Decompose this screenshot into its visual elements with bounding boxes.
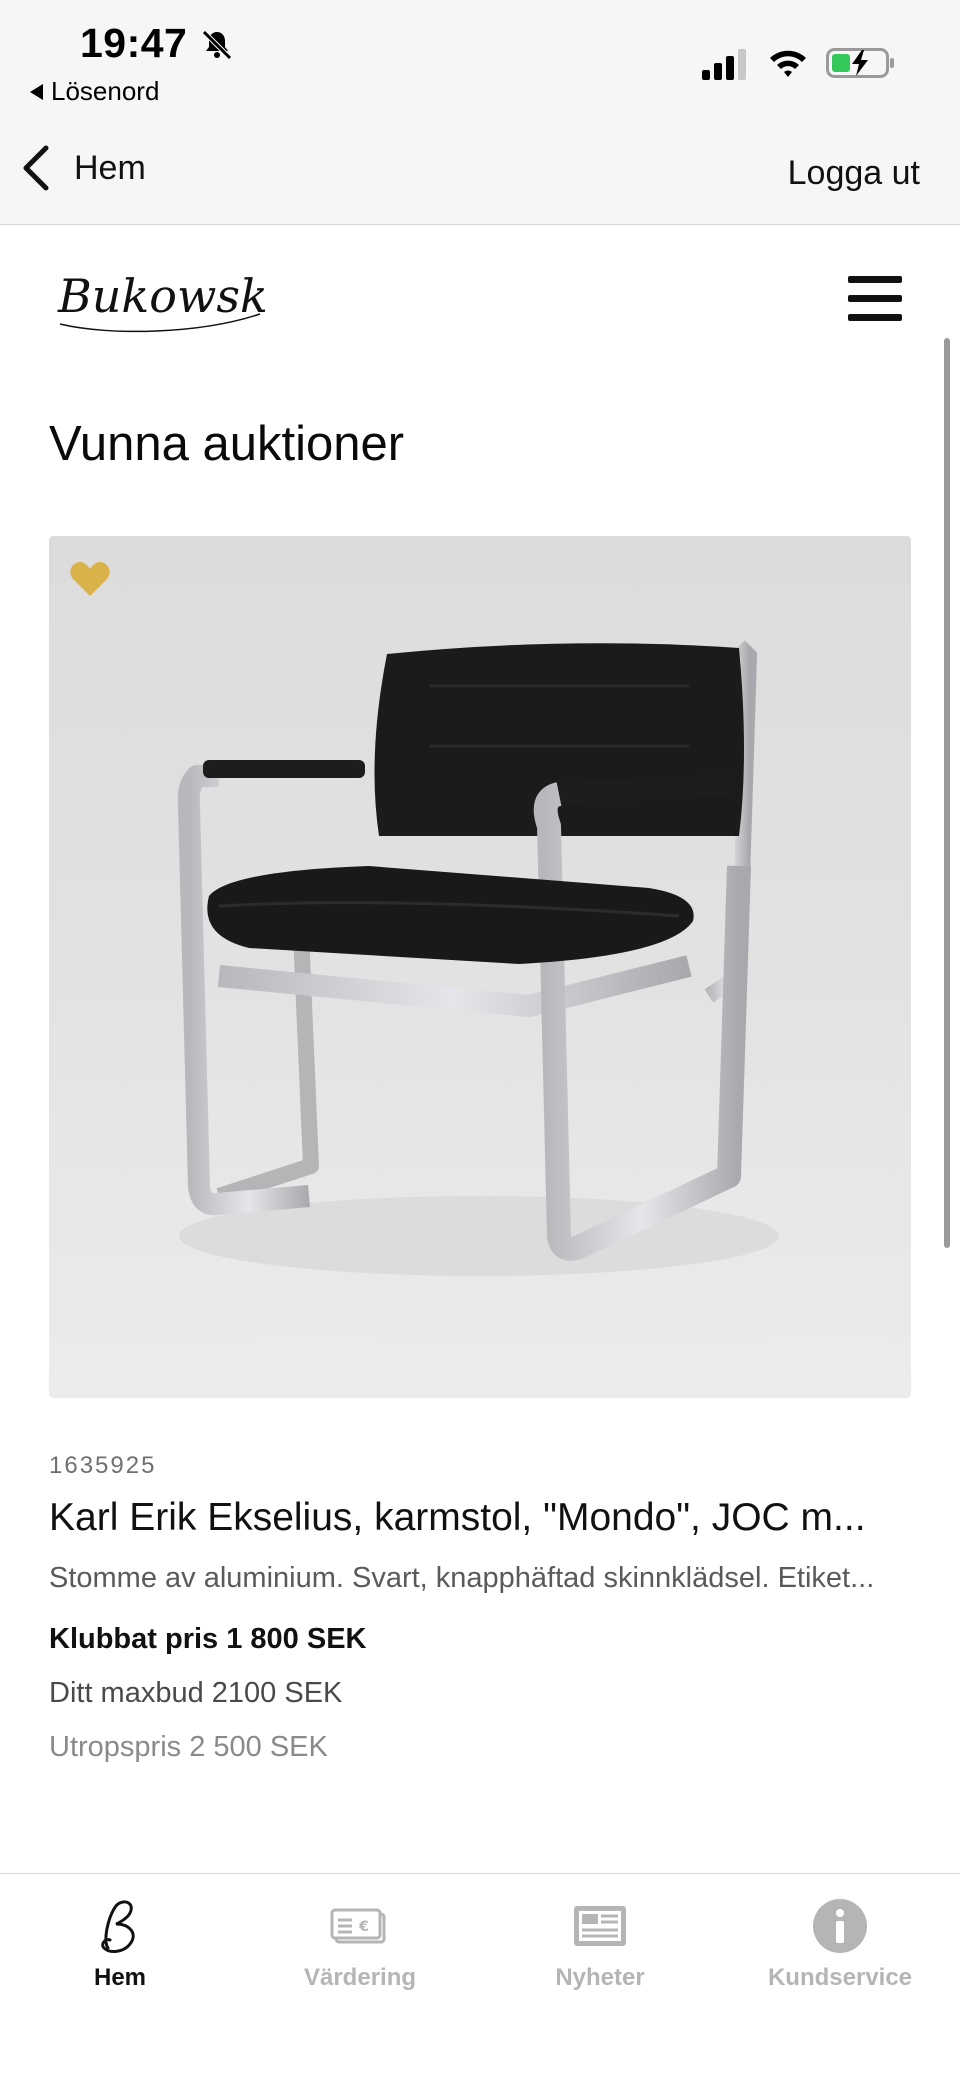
back-app-label: Lösenord	[51, 76, 160, 106]
wifi-icon	[770, 50, 806, 77]
tab-label: Kundservice	[767, 1964, 913, 1991]
scrollbar[interactable]	[944, 338, 950, 1248]
menu-button[interactable]	[848, 276, 902, 321]
back-triangle-icon	[30, 83, 43, 100]
tab-label: Hem	[93, 1964, 147, 1991]
newspaper-icon	[574, 1906, 626, 1946]
tab-nyheter[interactable]: Nyheter	[480, 1894, 720, 1992]
item-title[interactable]: Karl Erik Ekselius, karmstol, "Mondo", J…	[49, 1496, 911, 1540]
status-time: 19:47	[80, 20, 188, 66]
menu-line-icon	[848, 314, 902, 321]
bukowskis-logo[interactable]: Bukowskis	[50, 254, 270, 338]
max-bid: Ditt maxbud 2100 SEK	[49, 1677, 343, 1709]
tab-label: Värdering	[303, 1964, 417, 1991]
armchair-photo	[177, 640, 779, 1276]
tab-label: Nyheter	[555, 1964, 645, 1991]
item-image[interactable]	[49, 536, 911, 1398]
back-button-label: Hem	[74, 148, 146, 187]
tab-bar: Hem € Värdering Nyheter Kundservice	[0, 1873, 960, 2078]
chevron-left-icon	[23, 145, 49, 191]
battery-charging-icon	[826, 48, 894, 78]
status-bar: 19:47 Lösenord	[0, 0, 960, 112]
logo-text: Bukowskis	[57, 269, 270, 323]
back-to-app-link[interactable]: Lösenord	[30, 76, 159, 107]
svg-text:€: €	[358, 1919, 369, 1935]
tab-vardering[interactable]: € Värdering	[240, 1894, 480, 1992]
back-button[interactable]: Hem	[18, 142, 146, 194]
valuation-icon: €	[330, 1908, 386, 1944]
logout-button[interactable]: Logga ut	[788, 154, 920, 193]
bukowskis-b-icon	[101, 1900, 135, 1953]
bell-muted-icon	[202, 30, 232, 60]
navigation-bar: Hem Logga ut	[0, 112, 960, 225]
menu-line-icon	[848, 295, 902, 302]
item-description: Stomme av aluminium. Svart, knapphäftad …	[49, 1562, 875, 1594]
info-icon	[813, 1899, 867, 1953]
lot-number: 1635925	[49, 1452, 157, 1479]
tab-hem[interactable]: Hem	[0, 1894, 240, 1992]
hammer-price: Klubbat pris 1 800 SEK	[49, 1623, 367, 1655]
page-title: Vunna auktioner	[49, 417, 405, 471]
heart-favorite-icon[interactable]	[69, 560, 111, 598]
menu-line-icon	[848, 276, 902, 283]
tab-kundservice[interactable]: Kundservice	[720, 1894, 960, 1992]
signal-icon	[702, 49, 746, 80]
estimate-price: Utropspris 2 500 SEK	[49, 1731, 328, 1763]
